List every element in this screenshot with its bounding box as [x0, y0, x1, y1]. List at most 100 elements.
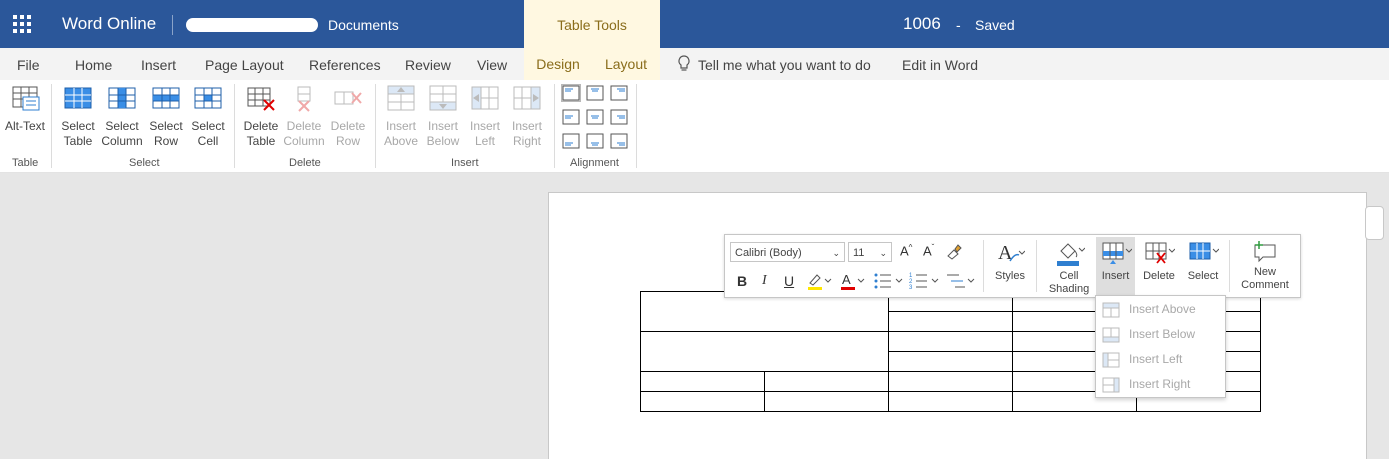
align-bottom-left-icon[interactable] — [562, 133, 580, 149]
app-launcher-icon[interactable] — [13, 15, 31, 33]
tab-references[interactable]: References — [309, 57, 381, 73]
insert-label: Insert — [1101, 270, 1130, 282]
menu-item-insert-right[interactable]: Insert Right — [1096, 372, 1225, 397]
insert-above-label: Insert Above — [383, 119, 419, 148]
menu-item-label: Insert Above — [1129, 302, 1196, 316]
tab-insert[interactable]: Insert — [141, 57, 176, 73]
shrink-font-icon[interactable]: Aˇ — [923, 243, 934, 258]
insert-left-button[interactable]: Insert Left — [465, 84, 505, 149]
title-divider — [172, 15, 173, 35]
font-name-value: Calibri (Body) — [735, 247, 802, 259]
clear-formatting-icon[interactable] — [945, 242, 963, 260]
styles-icon: A — [998, 242, 1026, 264]
insert-below-button[interactable]: Insert Below — [423, 84, 463, 149]
insert-left-icon — [471, 86, 499, 110]
font-size-value: 11 — [853, 247, 865, 259]
group-divider — [375, 84, 376, 168]
align-middle-center-icon[interactable] — [586, 109, 604, 125]
delete-column-label: Delete Column — [283, 119, 325, 148]
select-table-button[interactable]: Select Table — [58, 84, 98, 149]
font-size-dropdown[interactable]: 11 ⌄ — [848, 242, 892, 262]
group-label-select: Select — [129, 157, 160, 169]
tab-review[interactable]: Review — [405, 57, 451, 73]
font-color-icon[interactable]: A — [839, 271, 865, 291]
delete-table-icon — [1145, 242, 1176, 264]
delete-table-icon — [247, 87, 275, 111]
styles-button[interactable]: A Styles — [992, 239, 1028, 283]
svg-text:3: 3 — [909, 285, 913, 291]
delete-label: Delete — [1143, 270, 1175, 282]
bold-button[interactable]: B — [737, 273, 747, 289]
chevron-down-icon: ⌄ — [832, 248, 840, 258]
select-row-button[interactable]: Select Row — [146, 84, 186, 149]
delete-table-button[interactable]: Delete Table — [241, 84, 281, 149]
select-cell-icon — [194, 87, 222, 109]
alt-text-button[interactable]: Alt-Text — [3, 84, 47, 134]
tab-design[interactable]: Design — [524, 48, 592, 80]
new-comment-button[interactable]: New Comment — [1237, 239, 1293, 292]
title-separator: - — [956, 17, 961, 33]
page-side-button[interactable] — [1365, 206, 1384, 240]
insert-above-icon — [1102, 302, 1120, 318]
alt-text-label: Alt-Text — [4, 119, 45, 133]
bullets-icon[interactable] — [873, 271, 903, 291]
insert-right-icon — [1102, 377, 1120, 393]
breadcrumb-documents[interactable]: Documents — [328, 17, 399, 33]
tab-home[interactable]: Home — [75, 57, 112, 73]
tell-me-search[interactable]: Tell me what you want to do — [698, 57, 871, 73]
select-row-label: Select Row — [149, 119, 183, 148]
insert-right-label: Insert Right — [511, 119, 542, 148]
grow-font-icon[interactable]: A^ — [900, 243, 912, 258]
highlight-color-icon[interactable] — [806, 271, 832, 291]
multilevel-list-icon[interactable] — [945, 271, 975, 291]
ribbon-layout-panel: Alt-Text Table Select Table Select Colum… — [0, 80, 1389, 173]
italic-button[interactable]: I — [762, 273, 767, 289]
align-bottom-right-icon[interactable] — [610, 133, 628, 149]
delete-row-button[interactable]: Delete Row — [328, 84, 368, 149]
insert-table-button[interactable]: Insert — [1096, 237, 1135, 295]
insert-left-label: Insert Left — [469, 119, 500, 148]
styles-label: Styles — [995, 270, 1025, 282]
align-top-right-icon[interactable] — [610, 85, 628, 101]
align-top-center-icon[interactable] — [586, 85, 604, 101]
menu-item-label: Insert Right — [1129, 377, 1191, 391]
delete-column-button[interactable]: Delete Column — [283, 84, 325, 149]
select-column-button[interactable]: Select Column — [101, 84, 143, 149]
select-cell-button[interactable]: Select Cell — [189, 84, 227, 149]
insert-below-icon — [1102, 327, 1120, 343]
insert-above-button[interactable]: Insert Above — [381, 84, 421, 149]
document-title[interactable]: 1006 — [903, 14, 941, 34]
app-name[interactable]: Word Online — [62, 14, 156, 34]
menu-item-insert-above[interactable]: Insert Above — [1096, 297, 1225, 322]
tab-page-layout[interactable]: Page Layout — [205, 57, 284, 73]
group-divider — [554, 84, 555, 168]
numbering-icon[interactable]: 1 2 3 — [909, 271, 939, 291]
underline-button[interactable]: U — [784, 273, 794, 289]
tab-view[interactable]: View — [477, 57, 507, 73]
select-table-icon — [1189, 242, 1220, 260]
select-column-label: Select Column — [101, 119, 143, 148]
tab-file[interactable]: File — [17, 57, 40, 73]
align-bottom-center-icon[interactable] — [586, 133, 604, 149]
delete-table-menu-button[interactable]: Delete — [1139, 239, 1179, 283]
cell-shading-label: Cell Shading — [1048, 270, 1090, 295]
edit-in-word-button[interactable]: Edit in Word — [902, 57, 978, 73]
group-label-delete: Delete — [289, 157, 321, 169]
delete-row-label: Delete Row — [330, 119, 366, 148]
font-name-dropdown[interactable]: Calibri (Body) ⌄ — [730, 242, 845, 262]
insert-right-button[interactable]: Insert Right — [507, 84, 547, 149]
menu-item-label: Insert Below — [1129, 327, 1196, 341]
align-middle-left-icon[interactable] — [562, 109, 580, 125]
tab-layout[interactable]: Layout — [592, 48, 660, 80]
new-comment-icon — [1254, 241, 1276, 263]
select-menu-button[interactable]: Select — [1183, 239, 1223, 283]
align-middle-right-icon[interactable] — [610, 109, 628, 125]
group-divider — [636, 84, 637, 168]
align-top-left-icon[interactable] — [561, 84, 581, 102]
menu-item-insert-below[interactable]: Insert Below — [1096, 322, 1225, 347]
select-column-icon — [108, 87, 136, 109]
delete-column-icon — [297, 86, 311, 112]
cell-shading-button[interactable]: Cell Shading — [1047, 239, 1091, 296]
menu-item-insert-left[interactable]: Insert Left — [1096, 347, 1225, 372]
delete-table-label: Delete Table — [243, 119, 279, 148]
